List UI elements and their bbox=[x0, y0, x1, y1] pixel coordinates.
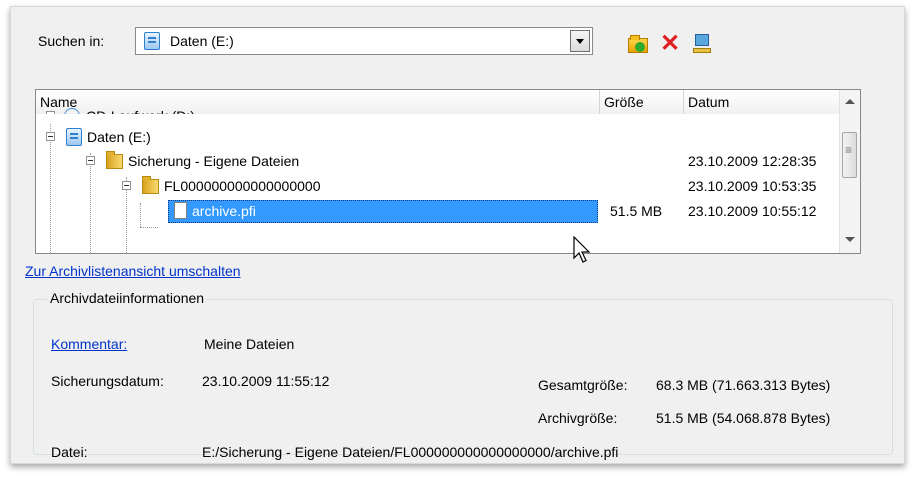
search-in-value: Daten (E:) bbox=[170, 33, 234, 49]
folder-icon bbox=[142, 176, 159, 194]
total-size-label: Gesamtgröße: bbox=[538, 377, 628, 393]
list-item[interactable]: FL000000000000000000 23.10.2009 10:53:35 bbox=[36, 174, 842, 198]
row-name: Daten (E:) bbox=[87, 129, 151, 145]
network-drive-icon[interactable] bbox=[691, 33, 713, 55]
delete-icon[interactable]: ✕ bbox=[659, 32, 681, 56]
scroll-down-icon[interactable] bbox=[845, 237, 855, 242]
file-icon bbox=[174, 202, 187, 219]
mouse-cursor-icon bbox=[573, 236, 591, 263]
backup-date-value: 23.10.2009 11:55:12 bbox=[202, 373, 330, 389]
row-size: 51.5 MB bbox=[610, 203, 663, 219]
backup-date-label: Sicherungsdatum: bbox=[51, 373, 164, 389]
row-name: Sicherung - Eigene Dateien bbox=[128, 153, 300, 169]
file-label: Datei: bbox=[51, 444, 88, 460]
row-date: 23.10.2009 12:28:35 bbox=[688, 153, 817, 169]
row-date: 23.10.2009 10:53:35 bbox=[688, 178, 817, 194]
archive-dialog: Suchen in: Daten (E:) ✕ Name Größe Datum… bbox=[10, 6, 905, 464]
search-in-label: Suchen in: bbox=[38, 33, 105, 49]
list-item[interactable]: Daten (E:) bbox=[36, 125, 842, 149]
row-name: FL000000000000000000 bbox=[164, 178, 321, 194]
folder-icon bbox=[106, 151, 123, 169]
vertical-scrollbar[interactable] bbox=[839, 90, 860, 253]
search-in-combobox[interactable]: Daten (E:) bbox=[135, 27, 593, 55]
total-size-value: 68.3 MB (71.663.313 Bytes) bbox=[656, 377, 831, 393]
comment-link[interactable]: Kommentar: bbox=[51, 336, 127, 352]
comment-value: Meine Dateien bbox=[204, 336, 295, 352]
archive-size-label: Archivgröße: bbox=[538, 410, 618, 426]
group-title: Archivdateiinformationen bbox=[48, 290, 207, 306]
collapse-icon[interactable] bbox=[46, 132, 55, 141]
row-date: 23.10.2009 10:55:12 bbox=[688, 203, 817, 219]
dropdown-arrow-button[interactable] bbox=[570, 30, 590, 52]
new-folder-icon[interactable] bbox=[627, 33, 649, 55]
list-item[interactable]: Sicherung - Eigene Dateien 23.10.2009 12… bbox=[36, 149, 842, 173]
scroll-thumb[interactable] bbox=[842, 132, 857, 178]
collapse-icon[interactable] bbox=[122, 181, 131, 190]
file-path-value: E:/Sicherung - Eigene Dateien/FL00000000… bbox=[202, 444, 619, 460]
collapse-icon[interactable] bbox=[86, 156, 95, 165]
scroll-up-icon[interactable] bbox=[845, 99, 855, 104]
archive-info-group: Archivdateiinformationen Kommentar: Mein… bbox=[33, 290, 893, 460]
archive-tree-list[interactable]: Name Größe Datum CD-Laufwerk (D:) Daten … bbox=[35, 89, 861, 254]
drive-icon bbox=[66, 128, 82, 146]
drive-icon bbox=[144, 32, 160, 50]
switch-view-link[interactable]: Zur Archivlistenansicht umschalten bbox=[25, 263, 241, 279]
row-name: archive.pfi bbox=[192, 203, 256, 219]
archive-size-value: 51.5 MB (54.068.878 Bytes) bbox=[656, 410, 831, 426]
list-item-selected[interactable]: archive.pfi 51.5 MB 23.10.2009 10:55:12 bbox=[36, 199, 842, 223]
